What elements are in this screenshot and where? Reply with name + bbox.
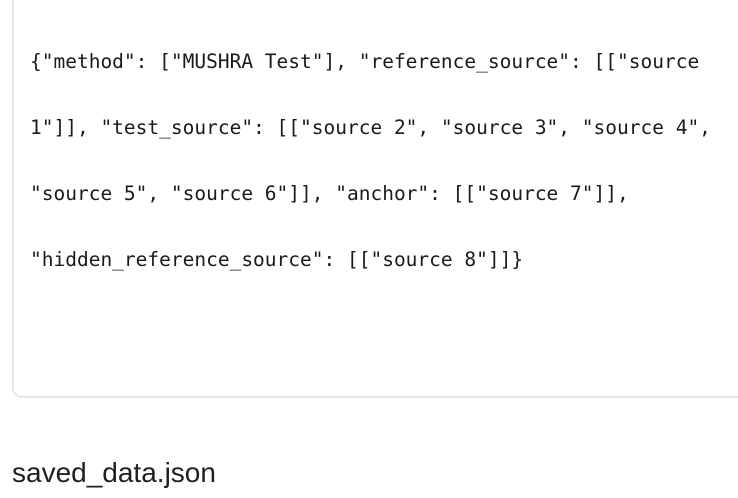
json-editor[interactable]: {"method": ["MUSHRA Test"], "reference_s… bbox=[12, 0, 738, 398]
json-line-4: "hidden_reference_source": [["source 8"]… bbox=[30, 248, 524, 271]
json-line-1: {"method": ["MUSHRA Test"], "reference_s… bbox=[30, 50, 700, 73]
json-text-content[interactable]: {"method": ["MUSHRA Test"], "reference_s… bbox=[30, 7, 730, 315]
json-line-2: 1"]], "test_source": [["source 2", "sour… bbox=[30, 116, 711, 139]
json-line-3: "source 5", "source 6"]], "anchor": [["s… bbox=[30, 182, 629, 205]
file-title: saved_data.json bbox=[12, 457, 216, 488]
